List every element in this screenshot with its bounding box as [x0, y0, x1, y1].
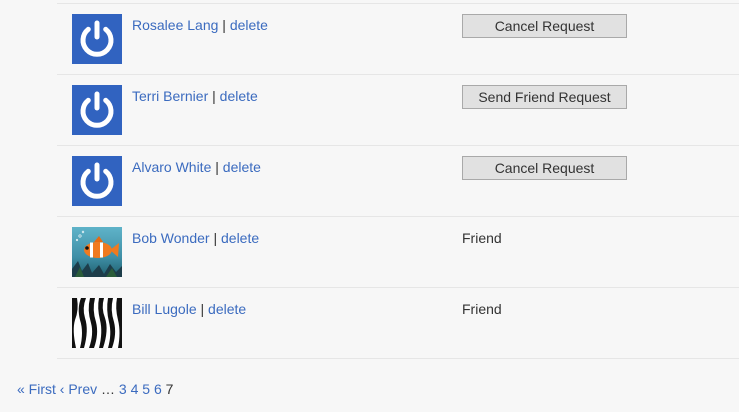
- user-name-link[interactable]: Terri Bernier: [132, 88, 208, 104]
- prev-page-link[interactable]: ‹ Prev: [60, 381, 97, 397]
- delete-link[interactable]: delete: [230, 17, 268, 33]
- user-name-link[interactable]: Bill Lugole: [132, 301, 197, 317]
- user-name-link[interactable]: Rosalee Lang: [132, 17, 218, 33]
- action-cell: Send Friend Request: [462, 85, 627, 109]
- user-name-link[interactable]: Bob Wonder: [132, 230, 210, 246]
- power-default-avatar[interactable]: [72, 85, 122, 135]
- send-friend-request-button[interactable]: Send Friend Request: [462, 85, 627, 109]
- delete-link[interactable]: delete: [220, 88, 258, 104]
- cancel-request-button[interactable]: Cancel Request: [462, 14, 627, 38]
- user-info: Terri Bernier | delete: [132, 88, 258, 104]
- pagination-ellipsis: …: [101, 381, 116, 397]
- zebra-image: [72, 298, 122, 348]
- power-default-avatar[interactable]: [72, 14, 122, 64]
- cancel-request-button[interactable]: Cancel Request: [462, 156, 627, 180]
- separator: |: [215, 159, 219, 175]
- list-item: Terri Bernier | delete Send Friend Reque…: [57, 75, 739, 146]
- separator: |: [200, 301, 205, 317]
- action-cell: Cancel Request: [462, 156, 627, 180]
- user-info: Rosalee Lang | delete: [132, 17, 268, 33]
- clownfish-image: [72, 227, 122, 277]
- friend-status: Friend: [462, 230, 502, 246]
- power-icon: [72, 14, 122, 64]
- zebra-stripes-avatar[interactable]: [72, 298, 122, 348]
- clownfish-photo-avatar[interactable]: [72, 227, 122, 277]
- power-icon: [72, 85, 122, 135]
- list-item: Rosalee Lang | delete Cancel Request: [57, 4, 739, 75]
- power-icon: [72, 156, 122, 206]
- list-item: Alvaro White | delete Cancel Request: [57, 146, 739, 217]
- page-link-4[interactable]: 4: [131, 381, 139, 397]
- list-item: Bill Lugole | delete Friend: [57, 288, 739, 359]
- user-name-link[interactable]: Alvaro White: [132, 159, 211, 175]
- user-info: Bob Wonder | delete: [132, 230, 259, 246]
- page-link-3[interactable]: 3: [119, 381, 127, 397]
- page-link-5[interactable]: 5: [142, 381, 150, 397]
- power-default-avatar[interactable]: [72, 156, 122, 206]
- user-info: Bill Lugole | delete: [132, 301, 246, 317]
- separator: |: [213, 230, 218, 246]
- friend-status: Friend: [462, 301, 502, 317]
- first-page-link[interactable]: « First: [17, 381, 56, 397]
- current-page: 7: [165, 381, 174, 397]
- action-cell: Cancel Request: [462, 14, 627, 38]
- user-info: Alvaro White | delete: [132, 159, 261, 175]
- delete-link[interactable]: delete: [223, 159, 261, 175]
- delete-link[interactable]: delete: [208, 301, 246, 317]
- separator: |: [212, 88, 216, 104]
- separator: |: [222, 17, 226, 33]
- pagination: « First ‹ Prev … 3 4 5 6 7: [17, 381, 173, 397]
- page-link-6[interactable]: 6: [154, 381, 162, 397]
- list-item: Bob Wonder | delete Friend: [57, 217, 739, 288]
- friend-list: Rosalee Lang | delete Cancel Request Ter…: [57, 3, 739, 359]
- delete-link[interactable]: delete: [221, 230, 259, 246]
